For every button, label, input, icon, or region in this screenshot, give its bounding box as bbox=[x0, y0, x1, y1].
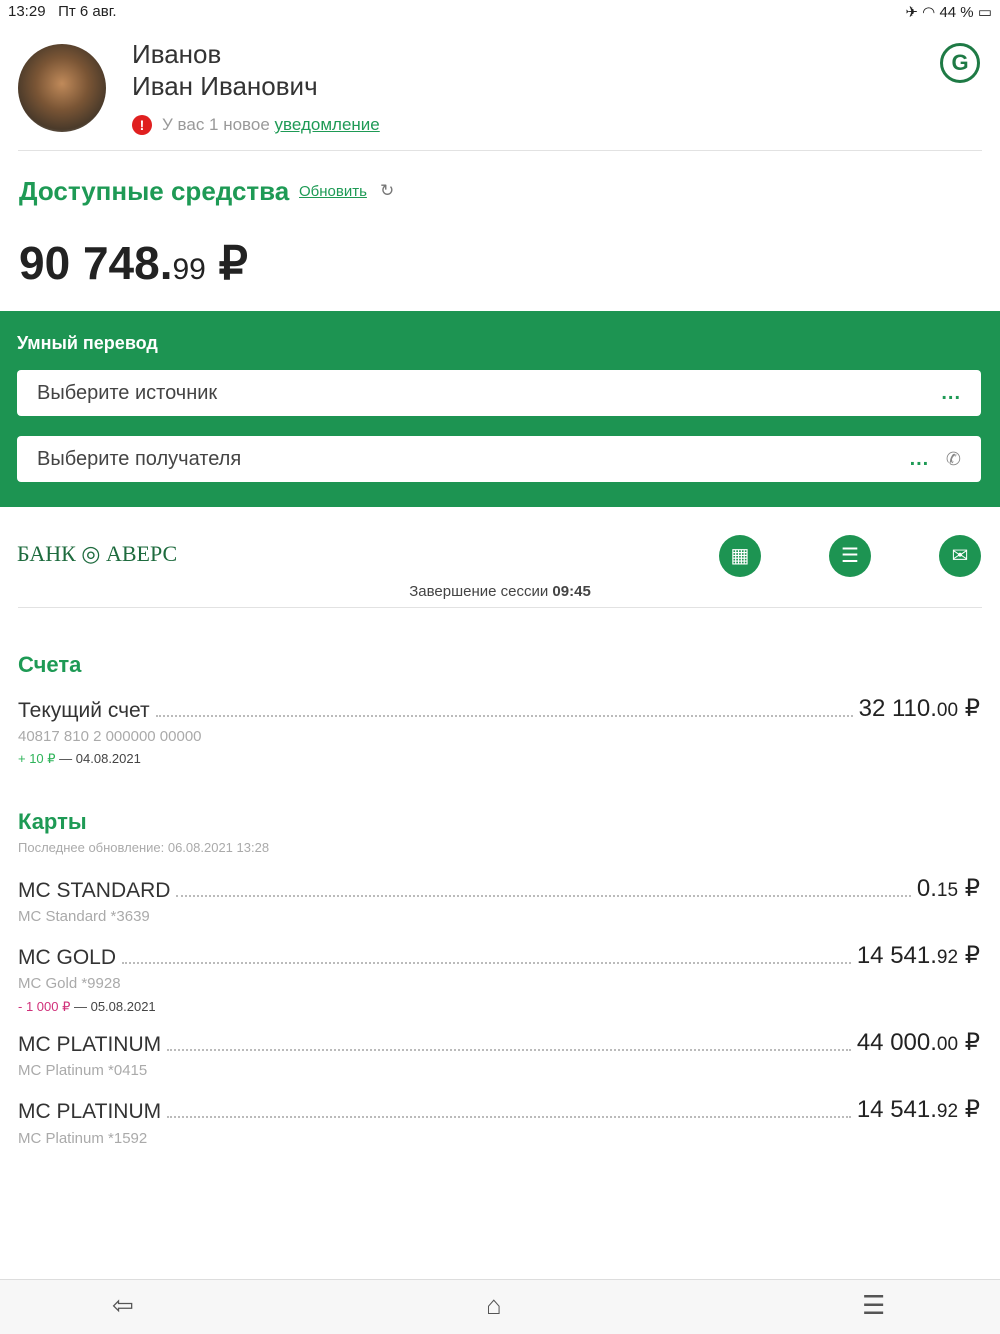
card-sub: MC Gold *9928 bbox=[18, 975, 121, 992]
notification-link[interactable]: уведомление bbox=[275, 115, 380, 134]
card-name: MC PLATINUM bbox=[18, 1033, 162, 1056]
amount-int: 0. bbox=[916, 875, 937, 902]
avatar[interactable] bbox=[18, 44, 106, 132]
change-date: — 04.08.2021 bbox=[59, 751, 141, 766]
currency: ₽ bbox=[964, 1096, 980, 1123]
alert-icon: ! bbox=[132, 115, 152, 135]
refresh-icon[interactable]: ↻ bbox=[380, 181, 394, 201]
currency: ₽ bbox=[964, 942, 980, 969]
chat-icon[interactable]: ☰ bbox=[829, 535, 871, 577]
mail-icon[interactable]: ✉ bbox=[939, 535, 981, 577]
card-row[interactable]: MC PLATINUM 44 000.00 ₽ bbox=[18, 1028, 980, 1057]
status-date: Пт 6 авг. bbox=[58, 3, 117, 20]
account-change: + 10 ₽ — 04.08.2021 bbox=[18, 751, 141, 767]
notification-banner: ! У вас 1 новое уведомление bbox=[132, 115, 380, 135]
menu-icon[interactable]: ☰ bbox=[862, 1290, 885, 1321]
home-icon[interactable]: ⌂ bbox=[486, 1290, 502, 1321]
notif-text: У вас 1 новое bbox=[162, 115, 270, 134]
card-name: MC STANDARD bbox=[18, 879, 171, 902]
card-change: - 1 000 ₽ — 05.08.2021 bbox=[18, 999, 156, 1015]
balance-currency: ₽ bbox=[218, 237, 248, 289]
card-name: MC PLATINUM bbox=[18, 1100, 162, 1123]
refresh-link[interactable]: Обновить bbox=[299, 183, 367, 200]
card-row[interactable]: MC STANDARD 0.15 ₽ bbox=[18, 874, 980, 903]
divider bbox=[18, 607, 982, 608]
amount-dec: 92 bbox=[936, 1101, 959, 1122]
amount-dec: 92 bbox=[936, 947, 959, 968]
source-label: Выберите источник bbox=[37, 381, 218, 404]
smart-transfer-title: Умный перевод bbox=[17, 333, 158, 353]
change-amount: + 10 ₽ bbox=[18, 751, 56, 766]
card-sub: MC Platinum *0415 bbox=[18, 1062, 148, 1079]
cards-updated: Последнее обновление: 06.08.2021 13:28 bbox=[18, 840, 270, 855]
available-funds-title: Доступные средства bbox=[19, 176, 290, 206]
currency: ₽ bbox=[964, 875, 980, 902]
battery-icon: ▭ bbox=[977, 4, 992, 21]
account-row[interactable]: Текущий счет 32 110.00 ₽ bbox=[18, 694, 980, 723]
card-sub: MC Standard *3639 bbox=[18, 908, 150, 925]
card-sub: MC Platinum *1592 bbox=[18, 1130, 148, 1147]
divider bbox=[18, 150, 982, 151]
amount-int: 14 541. bbox=[856, 1096, 937, 1123]
user-name: Иванов Иван Иванович bbox=[132, 38, 318, 102]
card-row[interactable]: MC PLATINUM 14 541.92 ₽ bbox=[18, 1095, 980, 1124]
airplane-icon: ✈ bbox=[905, 4, 918, 21]
amount-dec: 15 bbox=[936, 880, 959, 901]
amount-int: 32 110. bbox=[858, 695, 937, 722]
source-select[interactable]: Выберите источник... bbox=[17, 370, 981, 416]
status-time: 13:29 bbox=[8, 3, 46, 20]
change-amount: - 1 000 ₽ bbox=[18, 999, 71, 1014]
amount-dec: 00 bbox=[936, 700, 959, 721]
session-time: 09:45 bbox=[552, 583, 591, 600]
session-label: Завершение сессии bbox=[409, 583, 549, 600]
balance-dec: 99 bbox=[172, 253, 206, 286]
account-number: 40817 810 2 000000 00000 bbox=[18, 728, 202, 745]
contacts-icon[interactable]: ✆ bbox=[946, 449, 961, 469]
account-name: Текущий счет bbox=[18, 699, 150, 722]
wifi-icon: ◠ bbox=[922, 4, 936, 21]
balance-int: 90 748. bbox=[19, 237, 173, 289]
battery-level: 44 % bbox=[939, 4, 974, 21]
more-icon[interactable]: ... bbox=[941, 382, 961, 405]
more-icon[interactable]: ... bbox=[910, 448, 930, 470]
currency: ₽ bbox=[964, 695, 980, 722]
change-date: — 05.08.2021 bbox=[73, 999, 156, 1014]
first-names: Иван Иванович bbox=[132, 71, 318, 101]
session-timer: Завершение сессии 09:45 bbox=[0, 583, 1000, 600]
balance: 90 748.99 ₽ bbox=[19, 236, 248, 290]
currency: ₽ bbox=[964, 1029, 980, 1056]
recipient-select[interactable]: Выберите получателя... ✆ bbox=[17, 436, 981, 482]
calendar-icon[interactable]: ▦ bbox=[719, 535, 761, 577]
last-name: Иванов bbox=[132, 39, 222, 69]
bank-logo: БАНК ◎ АВЕРС bbox=[17, 541, 178, 566]
logout-icon[interactable]: ⇦ bbox=[112, 1290, 134, 1321]
accounts-title: Счета bbox=[18, 652, 82, 677]
amount-int: 14 541. bbox=[856, 942, 937, 969]
bank-logo-icon[interactable]: G bbox=[940, 43, 980, 83]
recipient-label: Выберите получателя bbox=[37, 447, 242, 470]
amount-int: 44 000. bbox=[856, 1029, 937, 1056]
card-name: MC GOLD bbox=[18, 946, 117, 969]
card-row[interactable]: MC GOLD 14 541.92 ₽ bbox=[18, 941, 980, 970]
cards-title: Карты bbox=[18, 809, 87, 834]
status-bar: 13:29 Пт 6 авг. ✈ ◠ 44 % ▭ bbox=[8, 3, 992, 23]
amount-dec: 00 bbox=[936, 1034, 959, 1055]
